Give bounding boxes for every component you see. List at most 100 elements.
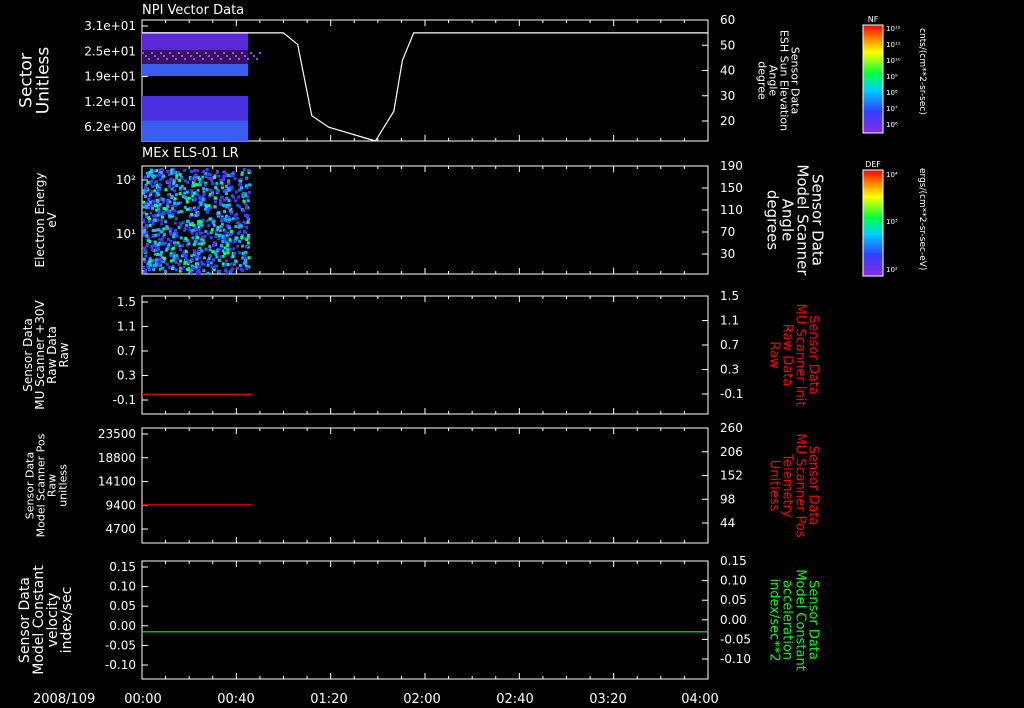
y-axis-right-label-line: Unitless: [767, 460, 782, 512]
heatmap-cell: [195, 257, 199, 261]
heatmap-cell: [248, 183, 252, 187]
heatmap-cell: [165, 247, 169, 251]
colorbar-nf-gradient: [862, 24, 884, 134]
y-tick-label: 10¹: [116, 227, 136, 241]
heatmap-cell: [220, 58, 222, 60]
heatmap-cell: [217, 237, 221, 241]
y-axis-label-line: Raw: [57, 342, 71, 367]
y-tick-label: 4700: [105, 522, 136, 536]
heatmap-cell: [197, 220, 201, 224]
y-axis-right-label-line: Raw: [767, 341, 782, 369]
heatmap-cell: [142, 226, 146, 230]
heatmap-cell: [156, 218, 160, 222]
heatmap-cell: [171, 235, 175, 239]
heatmap-cell: [219, 178, 223, 182]
heatmap-cell: [183, 261, 187, 265]
heatmap-cell: [150, 248, 154, 252]
heatmap-cell: [215, 190, 219, 194]
heatmap-cell: [238, 251, 242, 255]
heatmap-cell: [190, 254, 194, 258]
heatmap-cell: [193, 198, 197, 202]
heatmap-cell: [151, 206, 155, 210]
heatmap-cell: [201, 175, 205, 179]
heatmap-cell: [233, 240, 237, 244]
heatmap-cell: [196, 52, 198, 54]
y-right-tick-label: 30: [720, 89, 735, 103]
heatmap-cell: [173, 209, 177, 213]
heatmap-cell: [244, 177, 248, 181]
heatmap-cell: [148, 223, 152, 227]
heatmap-cell: [244, 55, 246, 57]
x-tick-label: 04:00: [681, 692, 718, 707]
heatmap-cell: [142, 211, 146, 215]
heatmap-cell: [194, 208, 198, 212]
heatmap-cell: [224, 214, 228, 218]
y-tick-label: 0.3: [117, 369, 136, 383]
y-right-tick-label: 260: [720, 421, 743, 435]
heatmap-cell: [160, 242, 164, 246]
heatmap-cell: [204, 229, 208, 233]
heatmap-cell: [169, 52, 171, 54]
heatmap-cell: [157, 168, 161, 172]
heatmap-cell: [149, 203, 153, 207]
heatmap-cell: [201, 197, 205, 201]
heatmap-cell: [207, 204, 211, 208]
heatmap-cell: [225, 259, 229, 263]
y-axis-label-line: Unitless: [34, 47, 54, 115]
y-right-tick-label: 0.00: [720, 613, 747, 627]
heatmap-band-inner: [142, 120, 249, 141]
heatmap-cell: [245, 206, 249, 210]
heatmap-cell: [173, 189, 177, 193]
y-tick-label: -0.1: [113, 393, 136, 407]
heatmap-cell: [149, 193, 153, 197]
heatmap-cell: [204, 248, 208, 252]
colorbar-nf-tick: 10⁹: [886, 73, 898, 81]
heatmap-cell: [224, 269, 228, 273]
heatmap-cell: [230, 186, 234, 190]
heatmap-cell: [244, 184, 248, 188]
heatmap-cell: [187, 242, 191, 246]
heatmap-cell: [161, 174, 165, 178]
heatmap-cell: [208, 217, 212, 221]
heatmap-cell: [200, 231, 204, 235]
heatmap-cell: [154, 247, 158, 251]
y-axis-right-label: Sensor DataMU Scanner PosTelemetryUnitle…: [767, 433, 821, 538]
heatmap-cell: [169, 239, 173, 243]
x-tick-label: 03:20: [589, 692, 626, 707]
heatmap-cell: [172, 180, 176, 184]
colorbar-def: DEF 10⁴ 10³ 10² ergs/(cm**2-sr-sec-eV): [862, 160, 927, 277]
heatmap-cell: [198, 256, 202, 260]
heatmap-cell: [217, 247, 221, 251]
heatmap-cell: [228, 238, 232, 242]
colorbar-nf-tick: 10⁶: [886, 121, 898, 129]
y-tick-label: 0.15: [109, 560, 136, 574]
heatmap-cell: [231, 255, 235, 259]
heatmap-cell: [189, 208, 193, 212]
heatmap-cell: [183, 191, 187, 195]
heatmap-cell: [143, 250, 147, 254]
y-axis-label: Electron EnergyeV: [33, 172, 59, 267]
y-axis-right-label-line: degrees: [764, 190, 782, 251]
heatmap-cell: [163, 256, 167, 260]
heatmap-cell: [142, 230, 146, 234]
heatmap-cell: [197, 252, 201, 256]
heatmap-cell: [235, 55, 237, 57]
heatmap-cell: [192, 191, 196, 195]
heatmap-cell: [197, 212, 201, 216]
heatmap-cell: [231, 217, 235, 221]
heatmap-cell: [215, 170, 219, 174]
heatmap-cell: [200, 223, 204, 227]
y-right-tick-label: 1.5: [720, 289, 739, 303]
heatmap-cell: [171, 212, 175, 216]
heatmap-cell: [148, 239, 152, 243]
heatmap-cell: [183, 205, 187, 209]
heatmap-cell: [200, 242, 204, 246]
y-axis-label: Sensor DataModel Constantvelocityindex/s…: [17, 565, 75, 675]
heatmap-cell: [229, 229, 233, 233]
heatmap-cell: [196, 206, 200, 210]
heatmap-cell: [142, 265, 146, 269]
heatmap-cell: [198, 177, 202, 181]
heatmap-cell: [158, 183, 162, 187]
y-tick-label: 0.10: [109, 580, 136, 594]
heatmap-cell: [167, 265, 171, 269]
